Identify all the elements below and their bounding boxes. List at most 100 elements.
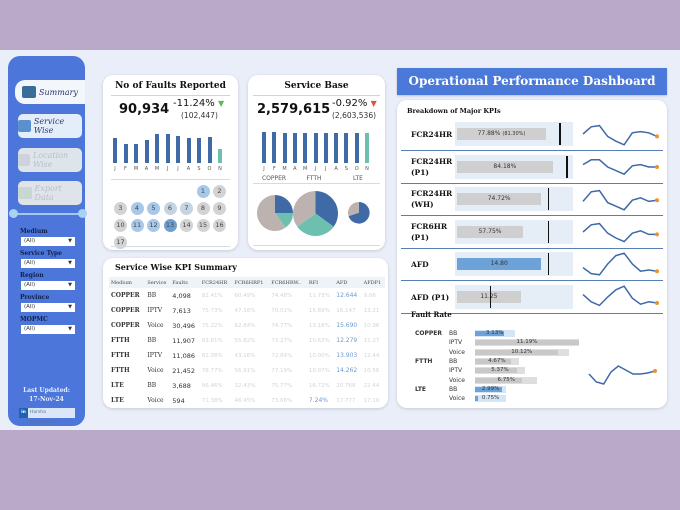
kpi-label-line: FCR24HR xyxy=(411,156,453,166)
calendar-day[interactable]: 5 xyxy=(147,202,160,215)
kpi-bar[interactable]: 14.80 xyxy=(457,258,542,270)
calendar-day[interactable]: 1 xyxy=(196,185,210,198)
column-header[interactable]: AFDP1 xyxy=(361,277,385,288)
column-header[interactable]: FCR6HRW.. xyxy=(269,277,307,288)
filter-dropdown[interactable]: (All) ▼ xyxy=(21,259,75,268)
linkedin-link[interactable]: in Harsha Jayasundara xyxy=(19,408,75,425)
table-row[interactable]: COPPER Voice 30,496 75.22% 62.84% 74.77% 13.18… xyxy=(109,318,385,333)
month-bar[interactable] xyxy=(334,132,339,163)
table-row[interactable]: COPPER BB 4,098 82.41% 60.49% 74.48% 11.73% 12.… xyxy=(109,288,385,303)
calendar-day[interactable]: 7 xyxy=(180,202,193,215)
month-label: M xyxy=(133,166,139,172)
fault-rate-bar[interactable]: 2.99% xyxy=(475,386,503,392)
pie-chart[interactable] xyxy=(292,190,339,237)
kpi-row[interactable]: FCR24HR (P1) 84.18% xyxy=(401,151,663,184)
month-bar[interactable] xyxy=(313,132,318,163)
month-bar[interactable] xyxy=(197,138,201,163)
fault-rate-bar[interactable]: 6.75% xyxy=(475,377,522,383)
kpi-target-marker xyxy=(559,123,561,145)
fault-rate-bar[interactable]: 10.12% xyxy=(475,349,559,355)
table-row[interactable]: FTTH BB 11,907 83.81% 55.82% 73.27% 10.63% 12.2… xyxy=(109,333,385,348)
nav-location-wise-button[interactable]: Location Wise xyxy=(18,148,82,172)
calendar-day[interactable]: 8 xyxy=(196,202,210,215)
calendar-day[interactable]: 3 xyxy=(114,202,127,215)
nav-export-data-button[interactable]: Export Data xyxy=(18,181,82,205)
month-bar[interactable] xyxy=(176,136,180,163)
month-bar[interactable] xyxy=(218,148,222,163)
fault-rate-bar[interactable]: 0.75% xyxy=(475,395,499,402)
table-row[interactable]: FTTH Voice 21,452 78.77% 56.91% 77.19% 10.07% 1… xyxy=(109,363,385,378)
kpi-row[interactable]: FCR6HR (P1) 57.75% xyxy=(401,216,663,249)
kpi-row[interactable]: FCR24HR 77.88% (81.30%) xyxy=(401,118,663,151)
filter-dropdown[interactable]: (All) ▼ xyxy=(21,303,75,312)
month-bar[interactable] xyxy=(113,138,117,163)
month-bar[interactable] xyxy=(354,133,359,163)
calendar-day[interactable]: 11 xyxy=(130,219,144,232)
service-base-change: -0.92% xyxy=(332,98,368,109)
fault-rate-bar[interactable]: 5.37% xyxy=(475,367,517,374)
month-bar[interactable] xyxy=(186,138,191,163)
month-bar[interactable] xyxy=(207,137,212,163)
calendar-day[interactable]: 14 xyxy=(180,219,193,232)
kpi-row[interactable]: FCR24HR (WH) 74.72% xyxy=(401,183,663,216)
filter-dropdown[interactable]: (All) ▼ xyxy=(21,281,75,290)
calendar-day[interactable]: 17 xyxy=(114,236,127,249)
month-bar[interactable] xyxy=(292,132,297,163)
filter-dropdown[interactable]: (All) ▼ xyxy=(21,325,75,334)
slider-end-handle[interactable] xyxy=(78,209,87,218)
month-bar[interactable] xyxy=(262,131,266,163)
kpi-bar[interactable]: 77.88% (81.30%) xyxy=(457,128,546,140)
calendar-day[interactable]: 4 xyxy=(130,202,144,215)
kpi-row[interactable]: AFD (P1) 11.25 xyxy=(401,281,663,314)
month-bar[interactable] xyxy=(134,143,138,163)
fault-rate-bar[interactable]: 4.67% xyxy=(475,358,512,364)
calendar-day[interactable]: 16 xyxy=(213,219,226,232)
calendar-day[interactable]: 13 xyxy=(163,219,177,232)
fault-rate-bar[interactable]: 3.13% xyxy=(475,330,505,336)
pie-slice[interactable] xyxy=(275,195,293,213)
column-header[interactable]: RFI xyxy=(306,277,335,288)
table-row[interactable]: FTTH IPTV 11,086 81.08% 43.16% 72.84% 10.00% 13… xyxy=(109,348,385,363)
fault-rate-bar[interactable]: 11.19% xyxy=(475,340,579,346)
table-row[interactable]: LTE BB 3,688 66.46% 32.43% 75.77% 16.72% 20.768… xyxy=(109,378,385,393)
kpi-bar[interactable]: 57.75% xyxy=(457,225,524,238)
calendar-day[interactable]: 10 xyxy=(114,219,127,232)
calendar-day[interactable]: 2 xyxy=(213,185,226,198)
month-bar[interactable] xyxy=(323,132,328,163)
month-bar[interactable] xyxy=(344,133,349,163)
month-bar[interactable] xyxy=(165,134,170,163)
slider-start-handle[interactable] xyxy=(9,209,18,218)
calendar-day[interactable]: 12 xyxy=(147,219,160,232)
nav-summary-button[interactable]: Summary xyxy=(15,80,85,104)
table-cell: 7.24% xyxy=(308,397,328,404)
calendar-day[interactable]: 15 xyxy=(196,219,210,232)
table-row[interactable]: LTE Voice 594 71.38% 46.45% 73.66% 7.24% 17.777… xyxy=(109,393,385,408)
month-bar[interactable] xyxy=(155,134,159,163)
pie-chart[interactable] xyxy=(347,201,371,225)
pie-chart[interactable] xyxy=(256,194,294,232)
column-header[interactable]: Service xyxy=(145,277,171,288)
nav-service-wise-button[interactable]: Service Wise xyxy=(18,114,82,138)
month-bar[interactable] xyxy=(272,131,277,163)
month-bar[interactable] xyxy=(282,132,287,163)
column-header[interactable]: Faults xyxy=(170,277,200,288)
month-bar[interactable] xyxy=(365,133,369,163)
calendar-day[interactable]: 9 xyxy=(213,202,226,215)
column-header[interactable]: AFD xyxy=(334,277,362,288)
column-header[interactable]: FCR24HR xyxy=(199,277,233,288)
sparkline-end-point xyxy=(655,269,659,274)
kpi-bar[interactable]: 74.72% xyxy=(457,193,542,205)
date-range-slider[interactable] xyxy=(9,209,87,218)
month-bar[interactable] xyxy=(303,132,308,163)
month-bar[interactable] xyxy=(144,139,149,163)
month-bar[interactable] xyxy=(123,143,128,163)
table-row[interactable]: COPPER IPTV 7,613 75.73% 47.16% 70.01% 15.69% 1… xyxy=(109,303,385,318)
table-cell: 10.00% xyxy=(308,352,330,359)
table-cell: Voice xyxy=(147,397,164,404)
kpi-bar[interactable]: 84.18% xyxy=(457,160,553,173)
kpi-row[interactable]: AFD 14.80 xyxy=(401,248,663,281)
filter-dropdown[interactable]: (All) ▼ xyxy=(21,237,75,246)
column-header[interactable]: FCR6HRP1 xyxy=(232,277,270,288)
column-header[interactable]: Medium xyxy=(109,277,146,288)
calendar-day[interactable]: 6 xyxy=(163,202,177,215)
